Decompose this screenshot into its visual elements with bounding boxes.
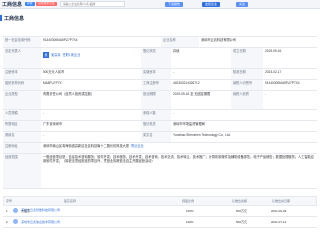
tag-badge: 高新技术企业 (36, 1, 57, 6)
shareholder-amount: 500万元 (236, 209, 248, 213)
value-company-type: 有限责任公司（自然人投资或控股） (43, 92, 94, 96)
label-reg-number: 工商注册号 (141, 80, 171, 90)
company-logo-icon (13, 208, 18, 213)
label-staff-size: 人员规模 (3, 110, 41, 120)
header-index: 序号 (6, 199, 13, 203)
label-registered-address: 注册地址 (3, 143, 41, 153)
value-registered-capital: 500万元人民币 (43, 70, 65, 74)
label-region: 所属地区 (3, 121, 41, 131)
value-taxpayer-qualification: - (265, 92, 267, 96)
label-founded: 成立日期 (231, 48, 263, 68)
label-english-name: 英文名 (141, 132, 171, 142)
label-status: 登记状态 (141, 48, 171, 68)
label-insured-count: 参保人数 (141, 110, 171, 120)
value-status: 存续 (173, 49, 180, 53)
table-row: 经营范围 一般经营项目是：信息技术咨询服务；软件开发；技术服务、技术开发、技术咨… (3, 154, 317, 189)
table-row: 2 深圳市云兆信息技术有限公司 100% 500万元 2021-07-12 (3, 217, 317, 228)
value-insured-count: - (173, 111, 175, 115)
legal-rep-companies-link[interactable]: 任职1家企业 (63, 53, 81, 57)
value-company-name: 深圳市云兆科技有限公司 (201, 38, 237, 42)
label-credit-code: 统一社会信用代码 (3, 37, 41, 47)
label-taxpayer-qualification: 纳税人资质 (231, 91, 263, 109)
value-registered-address: 深圳市南山区粤海街道高新区社区科技南十二路长虹科技大厦 附近企业 (41, 143, 317, 153)
value-legal-rep: 吴吴高泉 任职1家企业 (41, 48, 141, 68)
value-taxpayer-id: 91440300MA5FU7P7X4 (265, 81, 300, 85)
value-reg-number: 440300214326712 (173, 81, 200, 85)
value-region: 广东省深圳市 (43, 122, 63, 126)
table-row: 注册地址 深圳市南山区粤海街道高新区社区科技南十二路长虹科技大厦 附近企业 (3, 143, 317, 154)
value-approval-date: 2023-02-17 (265, 70, 282, 74)
label-company-type: 企业类型 (3, 91, 41, 109)
table-row: 组织机构代码 MA5FU7P7X 工商注册号 440300214326712 纳… (3, 80, 317, 91)
header-amount: 认缴出资额 (232, 199, 248, 203)
value-registration-authority: 深圳市市场监督管理局 (173, 122, 205, 126)
shareholder-table-header: 序号 股东名称 持股比例 认缴出资额 认缴出资日期 (3, 196, 317, 206)
label-legal-rep: 法定代表人 (3, 48, 41, 68)
label-business-term: 营业期限 (141, 91, 171, 109)
label-taxpayer-id: 纳税人识别号 (231, 80, 263, 90)
shareholder-name-link[interactable]: 深圳市云兆信息技术有限公司 (21, 220, 60, 224)
value-founded: 2019-09-16 (265, 49, 282, 53)
value-english-name: Yunzhao Shenzhen Technology Co., Ltd. (173, 133, 231, 137)
value-credit-code: 91440300MA5FU7P7X4 (43, 38, 78, 42)
follow-button[interactable]: 关注 (236, 1, 249, 7)
legal-rep-link[interactable]: 吴高泉 (51, 53, 61, 57)
avatar: 吴 (43, 52, 49, 58)
status-badge: 存续 (25, 1, 35, 6)
label-registered-capital: 注册资本 (3, 69, 41, 79)
business-info-table: 统一社会信用代码 91440300MA5FU7P7X4 企业名称 深圳市云兆科技… (3, 36, 317, 189)
table-row: 人员规模 - 参保人数 - (3, 110, 317, 121)
row-index: 1 (6, 209, 8, 213)
shareholder-ratio: 100% (186, 220, 194, 224)
monitor-button[interactable]: 监控企业 (202, 1, 221, 7)
label-company-name: 企业名称 (161, 37, 199, 47)
label-paid-capital: 实缴资本 (141, 69, 171, 79)
header-name: 股东名称 (64, 199, 77, 203)
registered-address-text: 深圳市南山区粤海街道高新区社区科技南十二路长虹科技大厦 (43, 144, 130, 148)
table-row: 统一社会信用代码 91440300MA5FU7P7X4 企业名称 深圳市云兆科技… (3, 37, 317, 48)
value-paid-capital: - (173, 70, 175, 74)
label-business-scope: 经营范围 (3, 154, 41, 188)
shareholder-tag: 大股东 (21, 209, 31, 213)
company-logo-icon (13, 219, 18, 224)
table-row: 1 深圳市云兆智能科技有限公司 大股东 100% 500万元 2021-09-0… (3, 206, 317, 217)
shareholder-amount: 500万元 (236, 220, 248, 224)
value-former-name: - (43, 133, 45, 137)
value-business-term: 2019-09-16 至 无固定期限 (173, 92, 211, 96)
table-row: 企业类型 有限责任公司（自然人投资或控股） 营业期限 2019-09-16 至 … (3, 91, 317, 110)
label-org-code: 组织机构代码 (3, 80, 41, 90)
shareholder-table: 序号 股东名称 持股比例 认缴出资额 认缴出资日期 1 深圳市云兆智能科技有限公… (3, 196, 317, 228)
header-date: 认缴出资日期 (272, 199, 291, 203)
table-row: 所属地区 广东省深圳市 登记机关 深圳市市场监督管理局 (3, 121, 317, 132)
label-approval-date: 核准日期 (231, 69, 263, 79)
value-business-scope: 一般经营项目是：信息技术咨询服务；软件开发；技术服务、技术开发、技术咨询、技术交… (43, 155, 314, 163)
download-report-button[interactable]: 下载报告 (165, 1, 184, 7)
table-row: 法定代表人 吴吴高泉 任职1家企业 登记状态 存续 成立日期 2019-09-16 (3, 48, 317, 69)
shareholder-date: 2021-09-09 (271, 209, 287, 213)
top-toolbar: 工商信息 存续 高新技术企业 下载报告 监控企业 关注 (0, 0, 320, 9)
shareholder-ratio: 100% (186, 209, 194, 213)
label-registration-authority: 登记机关 (141, 121, 171, 131)
value-staff-size: - (43, 111, 45, 115)
shareholder-date: 2021-07-12 (271, 220, 287, 224)
section-title: 工商信息 (4, 16, 25, 22)
company-title: 工商信息 (2, 2, 23, 8)
header-ratio: 持股比例 (182, 199, 195, 203)
value-org-code: MA5FU7P7X (43, 81, 62, 85)
row-index: 2 (6, 220, 8, 224)
table-row: 曾用名 - 英文名 Yunzhao Shenzhen Technology Co… (3, 132, 317, 143)
search-input[interactable] (60, 0, 125, 7)
nearby-companies-link[interactable]: 附近企业 (131, 144, 144, 148)
section-title-accent (0, 15, 2, 21)
label-former-name: 曾用名 (3, 132, 41, 142)
table-row: 注册资本 500万元人民币 实缴资本 - 核准日期 2023-02-17 (3, 69, 317, 80)
